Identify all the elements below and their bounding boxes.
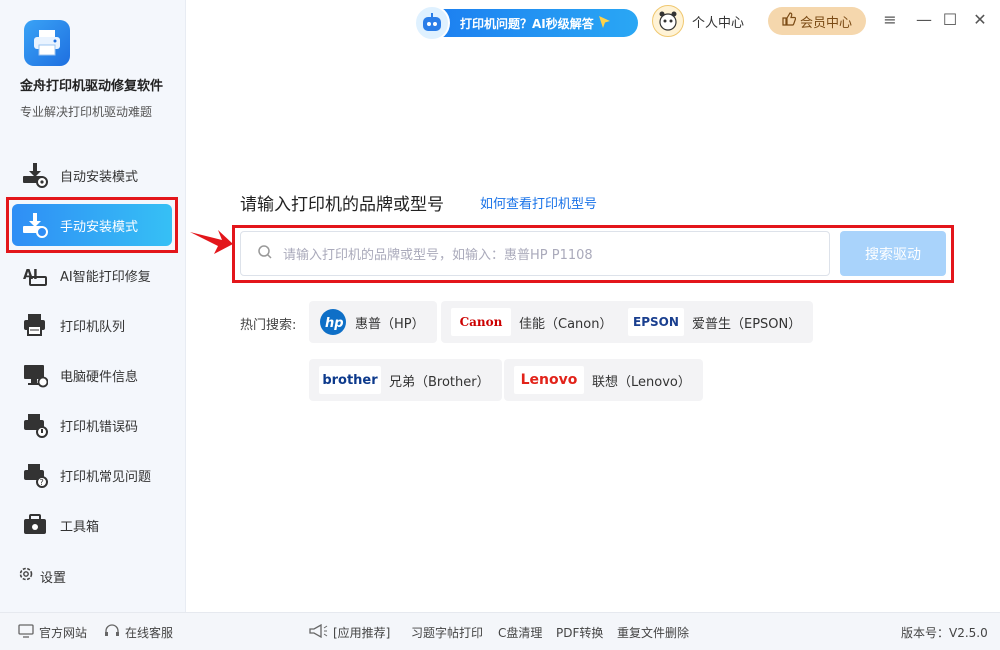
ai-repair-icon: AI <box>20 261 50 289</box>
online-support-link[interactable]: 在线客服 <box>104 624 173 641</box>
personal-center-label: 个人中心 <box>692 15 745 31</box>
sidebar-nav: 自动安装模式 手动安装模式 AI AI智能打印修复 打印机队列 电脑硬件信息 打… <box>0 150 186 550</box>
brother-logo-icon: brother <box>319 366 381 394</box>
sidebar-item-toolbox[interactable]: 工具箱 <box>0 500 186 550</box>
menu-icon[interactable]: ≡ <box>880 10 900 29</box>
minimize-icon[interactable]: — <box>914 10 934 29</box>
hot-brand-canon[interactable]: Canon 佳能（Canon） <box>441 301 625 343</box>
hot-brand-label: 联想（Lenovo） <box>592 374 691 390</box>
sidebar-item-label: 工具箱 <box>60 519 100 535</box>
hot-brand-label: 爱普生（EPSON） <box>692 316 802 332</box>
thumbs-up-icon <box>782 12 797 30</box>
sidebar-item-label: 打印机队列 <box>60 319 126 335</box>
search-input[interactable]: 请输入打印机的品牌或型号，如输入：惠普HP P1108 <box>240 231 830 276</box>
printer-queue-icon <box>20 311 50 339</box>
faq-icon: ? <box>20 461 50 489</box>
hp-logo-icon: hp <box>319 308 347 336</box>
settings-button[interactable]: 设置 <box>18 566 66 586</box>
hot-brand-label: 兄弟（Brother） <box>389 374 490 390</box>
toolbox-icon <box>20 511 50 539</box>
sidebar-item-hardware-info[interactable]: 电脑硬件信息 <box>0 350 186 400</box>
personal-center-button[interactable]: 个人中心 <box>652 5 744 37</box>
footer-link-pdf[interactable]: PDF转换 <box>556 624 603 641</box>
hardware-info-icon <box>20 361 50 389</box>
pointer-arrow-icon <box>188 226 234 262</box>
hot-brand-label: 佳能（Canon） <box>519 316 613 332</box>
hot-brand-label: 惠普（HP） <box>355 316 425 332</box>
app-logo-icon <box>24 20 70 66</box>
avatar <box>652 5 684 37</box>
robot-icon <box>414 5 450 41</box>
ai-assistant-label: 打印机问题？AI秒级解答 <box>460 16 594 31</box>
hot-brand-lenovo[interactable]: Lenovo 联想（Lenovo） <box>504 359 703 401</box>
sidebar-item-faq[interactable]: ? 打印机常见问题 <box>0 450 186 500</box>
sidebar-item-label: 打印机错误码 <box>60 419 139 435</box>
sidebar-item-error-code[interactable]: 打印机错误码 <box>0 400 186 450</box>
ai-assistant-button[interactable]: 打印机问题？AI秒级解答 <box>414 5 638 41</box>
app-subtitle: 专业解决打印机驱动难题 <box>20 105 153 119</box>
error-code-icon <box>20 411 50 439</box>
search-icon <box>257 244 273 264</box>
close-icon[interactable]: ✕ <box>970 10 990 29</box>
cursor-icon <box>598 15 612 32</box>
sidebar-item-label: AI智能打印修复 <box>60 269 151 285</box>
canon-logo-icon: Canon <box>451 308 511 336</box>
sidebar-item-auto-install[interactable]: 自动安装模式 <box>0 150 186 200</box>
footer-link-disk-clean[interactable]: C盘清理 <box>498 624 542 641</box>
how-to-find-model-link[interactable]: 如何查看打印机型号 <box>480 193 597 212</box>
sidebar-item-label: 打印机常见问题 <box>60 469 152 485</box>
svg-text:?: ? <box>40 478 44 487</box>
app-name: 金舟打印机驱动修复软件 <box>20 79 164 94</box>
official-website-link[interactable]: 官方网站 <box>18 624 87 641</box>
sidebar-item-label: 电脑硬件信息 <box>60 369 139 385</box>
sidebar-item-label: 自动安装模式 <box>60 169 139 185</box>
app-recommend[interactable]: [应用推荐] <box>308 623 390 641</box>
epson-logo-icon: EPSON <box>628 308 684 336</box>
hot-search-label: 热门搜索: <box>240 318 297 333</box>
search-placeholder: 请输入打印机的品牌或型号，如输入：惠普HP P1108 <box>283 248 593 263</box>
hot-brand-brother[interactable]: brother 兄弟（Brother） <box>309 359 502 401</box>
status-bar: 官方网站 在线客服 [应用推荐] 习题字帖打印 C盘清理 PDF转换 重复文件删… <box>0 612 1000 650</box>
megaphone-icon <box>308 623 328 641</box>
svg-text:hp: hp <box>325 316 344 331</box>
sidebar-item-ai-repair[interactable]: AI AI智能打印修复 <box>0 250 186 300</box>
member-center-button[interactable]: 会员中心 <box>768 7 866 35</box>
title-bar: 打印机问题？AI秒级解答 个人中心 会员中心 ≡ — ☐ ✕ <box>186 0 1000 42</box>
member-center-label: 会员中心 <box>799 15 852 31</box>
monitor-icon <box>18 624 34 641</box>
sidebar: 金舟打印机驱动修复软件 专业解决打印机驱动难题 自动安装模式 手动安装模式 AI… <box>0 0 186 612</box>
footer-link-duplicate[interactable]: 重复文件删除 <box>617 624 689 641</box>
headset-icon <box>104 624 120 641</box>
maximize-icon[interactable]: ☐ <box>940 10 960 29</box>
page-title: 请输入打印机的品牌或型号 <box>240 195 444 215</box>
hot-brand-hp[interactable]: hp 惠普（HP） <box>309 301 437 343</box>
lenovo-logo-icon: Lenovo <box>514 366 584 394</box>
auto-install-icon <box>20 161 50 189</box>
gear-icon <box>18 566 34 586</box>
search-driver-button[interactable]: 搜索驱动 <box>840 231 946 276</box>
version-label: 版本号：V2.5.0 <box>901 626 988 640</box>
footer-link-worksheet[interactable]: 习题字帖打印 <box>411 624 483 641</box>
sidebar-item-manual-install[interactable]: 手动安装模式 <box>4 197 182 253</box>
settings-label: 设置 <box>40 570 67 586</box>
sidebar-item-printer-queue[interactable]: 打印机队列 <box>0 300 186 350</box>
manual-install-icon <box>20 211 50 239</box>
hot-brand-epson[interactable]: EPSON 爱普生（EPSON） <box>618 301 814 343</box>
sidebar-item-label: 手动安装模式 <box>60 219 139 235</box>
